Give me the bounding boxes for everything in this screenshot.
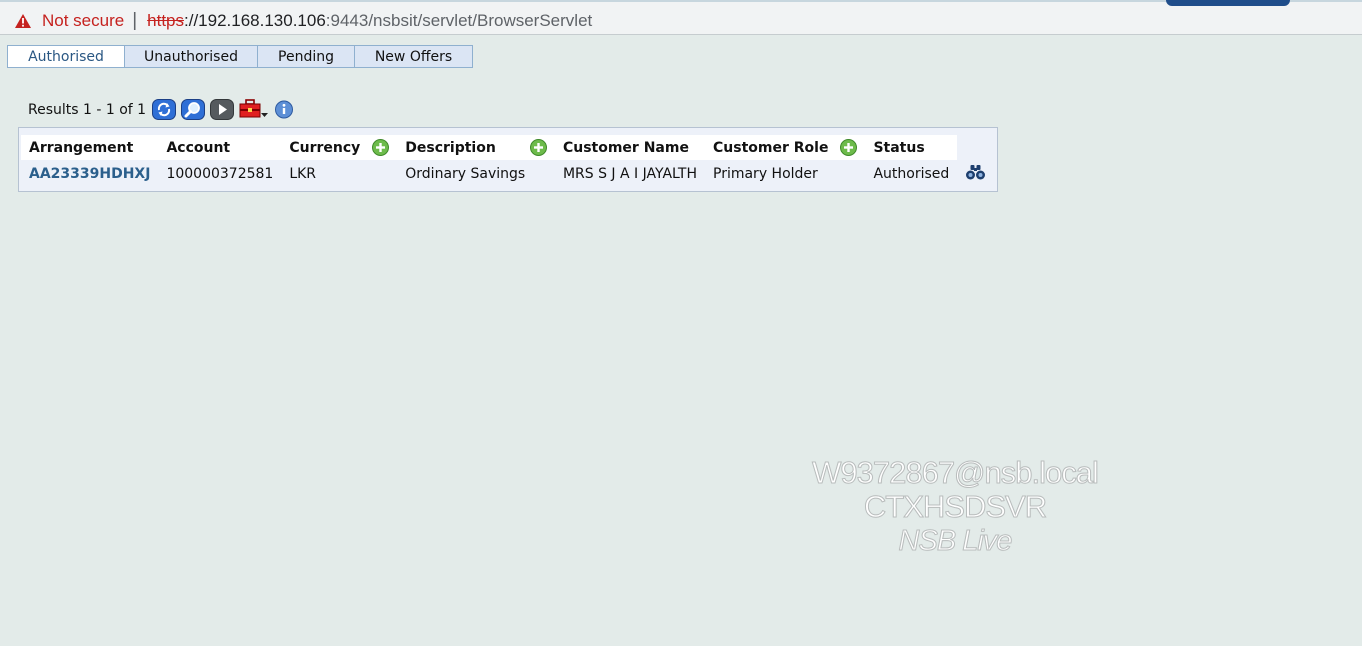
cell-account: 100000372581 bbox=[166, 166, 274, 182]
cell-currency: LKR bbox=[289, 166, 317, 182]
table-header-row: Arrangement Account Currency Description bbox=[21, 135, 997, 160]
tab-new-offers[interactable]: New Offers bbox=[354, 45, 473, 68]
customer-role-header-label: Customer Role bbox=[713, 139, 829, 156]
watermark-server: CTXHSDSVR bbox=[863, 489, 1047, 524]
search-icon[interactable] bbox=[181, 99, 206, 120]
add-column-icon[interactable] bbox=[529, 139, 547, 156]
column-header-customer-role: Customer Role bbox=[705, 135, 866, 160]
warning-triangle-icon bbox=[14, 13, 32, 29]
results-toolbar: Results 1 - 1 of 1 bbox=[28, 99, 299, 120]
column-header-arrangement: Arrangement bbox=[21, 135, 159, 160]
cell-customer-role: Primary Holder bbox=[713, 166, 818, 182]
toolbox-icon[interactable] bbox=[239, 99, 269, 120]
column-header-actions bbox=[957, 135, 997, 160]
arrangement-link[interactable]: AA23339HDHXJ bbox=[29, 166, 150, 182]
url-path: :9443/nsbsit/servlet/BrowserServlet bbox=[325, 11, 593, 30]
url-host: ://192.168.130.106 bbox=[184, 11, 326, 30]
description-header-label: Description bbox=[405, 139, 496, 156]
url-scheme: https bbox=[147, 11, 184, 30]
not-secure-label[interactable]: Not secure bbox=[42, 11, 124, 31]
column-header-customer-name: Customer Name bbox=[554, 135, 705, 160]
cell-description: Ordinary Savings bbox=[405, 166, 526, 182]
tab-unauthorised[interactable]: Unauthorised bbox=[124, 45, 258, 68]
column-header-status: Status bbox=[865, 135, 958, 160]
results-count: Results 1 - 1 of 1 bbox=[28, 101, 147, 118]
currency-header-label: Currency bbox=[289, 139, 361, 156]
session-watermark: W9372867@nsb.local CTXHSDSVR NSB Live bbox=[800, 455, 1110, 558]
cell-status: Authorised bbox=[873, 166, 950, 182]
watermark-environment: NSB Live bbox=[898, 525, 1013, 558]
cell-customer-name: MRS S J A I JAYALTH bbox=[562, 166, 697, 182]
next-page-icon[interactable] bbox=[210, 99, 235, 120]
column-header-account: Account bbox=[158, 135, 282, 160]
browser-tab-edge bbox=[1166, 0, 1290, 6]
tab-pending[interactable]: Pending bbox=[257, 45, 355, 68]
cell-arrangement: AA23339HDHXJ bbox=[21, 160, 158, 188]
results-table: Arrangement Account Currency Description bbox=[21, 135, 997, 188]
cell-actions bbox=[957, 160, 997, 188]
binoculars-icon[interactable] bbox=[965, 164, 986, 180]
table-row: AA23339HDHXJ 100000372581 LKR Ordinary S… bbox=[21, 160, 997, 188]
refresh-icon[interactable] bbox=[152, 99, 177, 120]
column-header-currency: Currency bbox=[281, 135, 398, 160]
status-tabs: Authorised Unauthorised Pending New Offe… bbox=[7, 45, 473, 68]
tab-underline bbox=[7, 67, 473, 68]
column-header-description: Description bbox=[397, 135, 555, 160]
url-display[interactable]: Not secure | https ://192.168.130.106 :9… bbox=[14, 10, 592, 32]
tab-authorised[interactable]: Authorised bbox=[7, 45, 125, 68]
watermark-user: W9372867@nsb.local bbox=[812, 455, 1100, 490]
add-column-icon[interactable] bbox=[372, 139, 390, 156]
results-panel: Arrangement Account Currency Description bbox=[18, 127, 998, 192]
address-separator: | bbox=[132, 10, 138, 31]
info-icon[interactable] bbox=[274, 99, 294, 120]
add-column-icon[interactable] bbox=[840, 139, 858, 156]
address-bar[interactable]: Not secure | https ://192.168.130.106 :9… bbox=[0, 0, 1362, 35]
